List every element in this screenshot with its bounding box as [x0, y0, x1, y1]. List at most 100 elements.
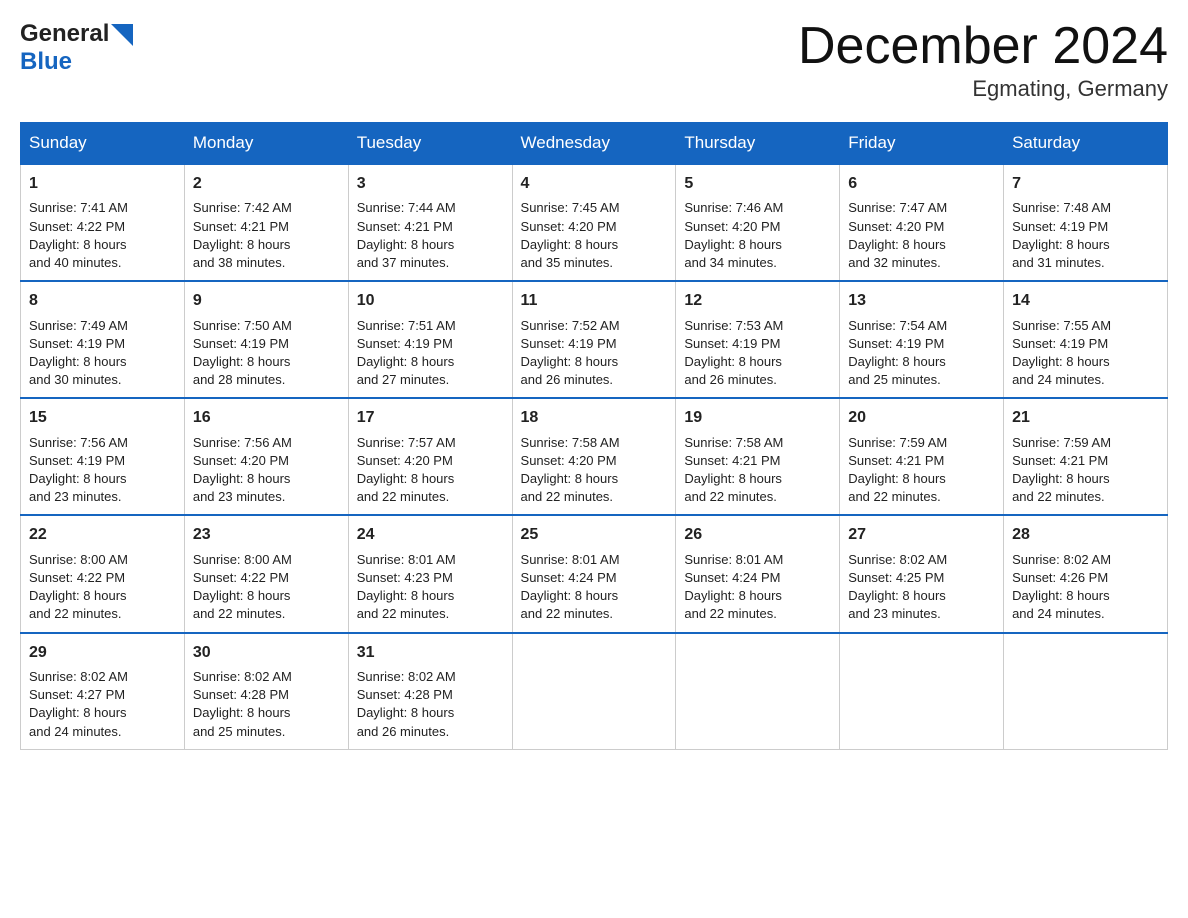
calendar-cell: 12 Sunrise: 7:53 AMSunset: 4:19 PMDayligh… [676, 281, 840, 398]
day-number: 8 [29, 290, 176, 312]
day-number: 19 [684, 407, 831, 429]
day-info: Sunrise: 7:53 AMSunset: 4:19 PMDaylight:… [684, 317, 831, 390]
calendar-cell: 16 Sunrise: 7:56 AMSunset: 4:20 PMDayligh… [184, 398, 348, 515]
calendar-cell [512, 633, 676, 750]
calendar-cell: 8 Sunrise: 7:49 AMSunset: 4:19 PMDaylight… [21, 281, 185, 398]
day-number: 16 [193, 407, 340, 429]
day-info: Sunrise: 8:01 AMSunset: 4:24 PMDaylight:… [684, 551, 831, 624]
day-info: Sunrise: 8:02 AMSunset: 4:27 PMDaylight:… [29, 668, 176, 741]
week-row-4: 22 Sunrise: 8:00 AMSunset: 4:22 PMDayligh… [21, 515, 1168, 632]
day-number: 18 [521, 407, 668, 429]
day-info: Sunrise: 7:54 AMSunset: 4:19 PMDaylight:… [848, 317, 995, 390]
day-info: Sunrise: 7:58 AMSunset: 4:21 PMDaylight:… [684, 434, 831, 507]
calendar-cell: 14 Sunrise: 7:55 AMSunset: 4:19 PMDayligh… [1004, 281, 1168, 398]
calendar-cell: 4 Sunrise: 7:45 AMSunset: 4:20 PMDaylight… [512, 164, 676, 281]
day-info: Sunrise: 8:02 AMSunset: 4:28 PMDaylight:… [193, 668, 340, 741]
calendar-cell [1004, 633, 1168, 750]
day-number: 5 [684, 173, 831, 195]
logo-general-text: General [20, 20, 109, 48]
calendar-cell: 25 Sunrise: 8:01 AMSunset: 4:24 PMDayligh… [512, 515, 676, 632]
calendar-cell: 10 Sunrise: 7:51 AMSunset: 4:19 PMDayligh… [348, 281, 512, 398]
day-info: Sunrise: 7:55 AMSunset: 4:19 PMDaylight:… [1012, 317, 1159, 390]
day-number: 4 [521, 173, 668, 195]
calendar-cell: 3 Sunrise: 7:44 AMSunset: 4:21 PMDaylight… [348, 164, 512, 281]
calendar-cell: 24Sunrise: 8:01 AMSunset: 4:23 PMDayligh… [348, 515, 512, 632]
calendar-cell: 27 Sunrise: 8:02 AMSunset: 4:25 PMDayligh… [840, 515, 1004, 632]
day-info: Sunrise: 7:47 AMSunset: 4:20 PMDaylight:… [848, 199, 995, 272]
day-number: 6 [848, 173, 995, 195]
day-info: Sunrise: 8:00 AMSunset: 4:22 PMDaylight:… [29, 551, 176, 624]
col-header-thursday: Thursday [676, 123, 840, 165]
day-number: 27 [848, 524, 995, 546]
day-number: 17 [357, 407, 504, 429]
col-header-sunday: Sunday [21, 123, 185, 165]
calendar-cell: 9 Sunrise: 7:50 AMSunset: 4:19 PMDaylight… [184, 281, 348, 398]
day-number: 20 [848, 407, 995, 429]
calendar-cell: 28 Sunrise: 8:02 AMSunset: 4:26 PMDayligh… [1004, 515, 1168, 632]
day-info: Sunrise: 8:01 AMSunset: 4:23 PMDaylight:… [357, 551, 504, 624]
calendar-cell: 15 Sunrise: 7:56 AMSunset: 4:19 PMDayligh… [21, 398, 185, 515]
logo-blue-text: Blue [20, 48, 72, 75]
day-number: 30 [193, 642, 340, 664]
calendar-cell: 30 Sunrise: 8:02 AMSunset: 4:28 PMDayligh… [184, 633, 348, 750]
col-header-wednesday: Wednesday [512, 123, 676, 165]
calendar-cell: 20 Sunrise: 7:59 AMSunset: 4:21 PMDayligh… [840, 398, 1004, 515]
month-title: December 2024 [798, 20, 1168, 72]
calendar-cell: 6 Sunrise: 7:47 AMSunset: 4:20 PMDaylight… [840, 164, 1004, 281]
week-row-3: 15 Sunrise: 7:56 AMSunset: 4:19 PMDayligh… [21, 398, 1168, 515]
calendar-cell: 7Sunrise: 7:48 AMSunset: 4:19 PMDaylight… [1004, 164, 1168, 281]
page-header: General Blue December 2024 Egmating, Ger… [20, 20, 1168, 102]
day-number: 22 [29, 524, 176, 546]
calendar-cell: 2Sunrise: 7:42 AMSunset: 4:21 PMDaylight… [184, 164, 348, 281]
calendar-cell: 5 Sunrise: 7:46 AMSunset: 4:20 PMDaylight… [676, 164, 840, 281]
week-row-1: 1Sunrise: 7:41 AMSunset: 4:22 PMDaylight… [21, 164, 1168, 281]
calendar-cell [676, 633, 840, 750]
day-number: 13 [848, 290, 995, 312]
day-info: Sunrise: 7:57 AMSunset: 4:20 PMDaylight:… [357, 434, 504, 507]
day-info: Sunrise: 7:50 AMSunset: 4:19 PMDaylight:… [193, 317, 340, 390]
logo-triangle-icon [111, 24, 133, 46]
week-row-5: 29 Sunrise: 8:02 AMSunset: 4:27 PMDayligh… [21, 633, 1168, 750]
day-number: 28 [1012, 524, 1159, 546]
day-number: 10 [357, 290, 504, 312]
col-header-friday: Friday [840, 123, 1004, 165]
calendar-cell: 31Sunrise: 8:02 AMSunset: 4:28 PMDayligh… [348, 633, 512, 750]
day-number: 12 [684, 290, 831, 312]
day-info: Sunrise: 7:56 AMSunset: 4:19 PMDaylight:… [29, 434, 176, 507]
day-info: Sunrise: 7:49 AMSunset: 4:19 PMDaylight:… [29, 317, 176, 390]
day-info: Sunrise: 7:46 AMSunset: 4:20 PMDaylight:… [684, 199, 831, 272]
day-info: Sunrise: 7:45 AMSunset: 4:20 PMDaylight:… [521, 199, 668, 272]
calendar-cell: 29 Sunrise: 8:02 AMSunset: 4:27 PMDayligh… [21, 633, 185, 750]
calendar-table: SundayMondayTuesdayWednesdayThursdayFrid… [20, 122, 1168, 750]
day-number: 25 [521, 524, 668, 546]
day-info: Sunrise: 7:56 AMSunset: 4:20 PMDaylight:… [193, 434, 340, 507]
day-info: Sunrise: 8:01 AMSunset: 4:24 PMDaylight:… [521, 551, 668, 624]
day-info: Sunrise: 7:59 AMSunset: 4:21 PMDaylight:… [848, 434, 995, 507]
day-info: Sunrise: 8:02 AMSunset: 4:25 PMDaylight:… [848, 551, 995, 624]
day-number: 26 [684, 524, 831, 546]
day-number: 7 [1012, 173, 1159, 195]
week-row-2: 8 Sunrise: 7:49 AMSunset: 4:19 PMDaylight… [21, 281, 1168, 398]
day-info: Sunrise: 8:00 AMSunset: 4:22 PMDaylight:… [193, 551, 340, 624]
day-info: Sunrise: 7:44 AMSunset: 4:21 PMDaylight:… [357, 199, 504, 272]
calendar-cell: 18Sunrise: 7:58 AMSunset: 4:20 PMDayligh… [512, 398, 676, 515]
day-number: 2 [193, 173, 340, 195]
day-number: 3 [357, 173, 504, 195]
calendar-cell: 23Sunrise: 8:00 AMSunset: 4:22 PMDayligh… [184, 515, 348, 632]
day-info: Sunrise: 7:41 AMSunset: 4:22 PMDaylight:… [29, 199, 176, 272]
col-header-monday: Monday [184, 123, 348, 165]
location-subtitle: Egmating, Germany [798, 76, 1168, 102]
day-info: Sunrise: 7:59 AMSunset: 4:21 PMDaylight:… [1012, 434, 1159, 507]
day-info: Sunrise: 8:02 AMSunset: 4:26 PMDaylight:… [1012, 551, 1159, 624]
day-info: Sunrise: 7:52 AMSunset: 4:19 PMDaylight:… [521, 317, 668, 390]
title-area: December 2024 Egmating, Germany [798, 20, 1168, 102]
day-number: 21 [1012, 407, 1159, 429]
calendar-header-row: SundayMondayTuesdayWednesdayThursdayFrid… [21, 123, 1168, 165]
day-number: 29 [29, 642, 176, 664]
day-number: 11 [521, 290, 668, 312]
day-info: Sunrise: 7:51 AMSunset: 4:19 PMDaylight:… [357, 317, 504, 390]
day-number: 15 [29, 407, 176, 429]
calendar-cell: 26 Sunrise: 8:01 AMSunset: 4:24 PMDayligh… [676, 515, 840, 632]
day-number: 9 [193, 290, 340, 312]
day-number: 14 [1012, 290, 1159, 312]
